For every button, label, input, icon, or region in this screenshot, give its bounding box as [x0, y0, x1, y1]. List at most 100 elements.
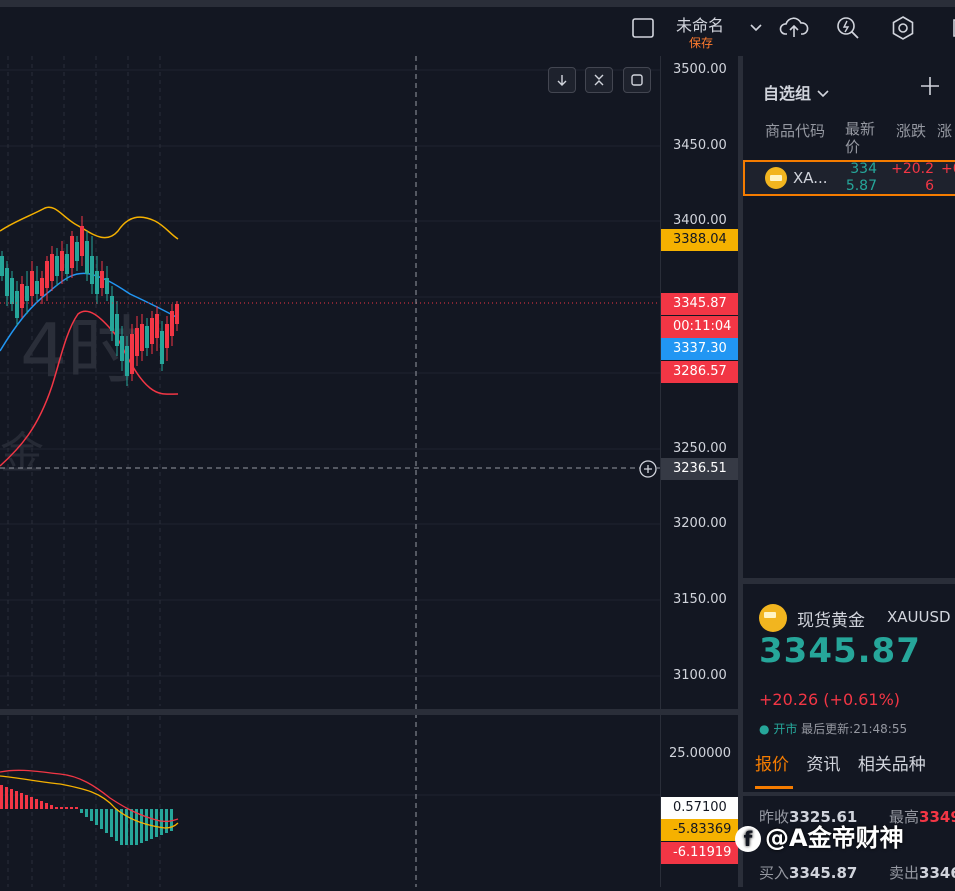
macd-histogram-bar [110, 809, 113, 837]
macd-histogram-bar [150, 809, 153, 839]
instrument-change: +20.26 (+0.61%) [759, 690, 901, 709]
candle-body [75, 242, 79, 261]
row-change: +20.26 [891, 161, 934, 194]
maximize-icon [631, 74, 643, 86]
macd-histogram-bar [155, 809, 158, 837]
bid-label: 买入 [759, 864, 790, 882]
macd-histogram-bar [60, 807, 63, 809]
lower-band-tag: 3286.57 [661, 361, 739, 383]
candle-body [105, 278, 109, 294]
quote-divider [743, 792, 955, 796]
price-chart-canvas[interactable]: 4时 金 [0, 56, 660, 887]
chart-pane[interactable]: 4时 金 [0, 56, 660, 887]
last-price-tag: 3345.87 [661, 293, 739, 315]
candle-body [145, 326, 149, 348]
column-change[interactable]: 涨跌 [896, 122, 926, 140]
row-symbol: XA... [793, 169, 828, 187]
candle-body [110, 296, 114, 331]
candle-body [115, 314, 119, 346]
macd-histogram-bar [160, 809, 163, 835]
watchlist-title[interactable]: 自选组 [763, 80, 829, 104]
price-axis[interactable]: 3500.00 3450.00 3400.00 3250.00 3200.00 … [660, 56, 741, 887]
candle-body [155, 314, 159, 338]
gold-coin-icon [765, 167, 787, 189]
bid-value: 3345.87 [789, 864, 858, 882]
quick-search-icon[interactable] [832, 12, 864, 44]
chevron-down-icon[interactable] [740, 12, 772, 44]
macd-histogram-bar [85, 809, 88, 817]
macd-histogram-bar [0, 785, 3, 809]
candle-body [140, 324, 144, 351]
candle-body [40, 278, 44, 296]
bid-row: 买入3345.87 [759, 862, 857, 883]
axis-label: 3500.00 [673, 62, 727, 77]
macd-axis-label: 25.00000 [669, 746, 732, 761]
column-change-pct[interactable]: 涨 [937, 122, 952, 140]
macd-histogram-bar [20, 793, 23, 809]
candle-body [5, 268, 9, 296]
candle-body [10, 278, 14, 304]
candle-body [30, 271, 34, 296]
maximize-pane-button[interactable] [623, 67, 651, 93]
platform-logo-icon: f [735, 826, 761, 852]
pane-resize-handle[interactable] [0, 709, 740, 715]
macd-histogram-bar [30, 797, 33, 809]
scroll-down-button[interactable] [548, 67, 576, 93]
watchlist-row[interactable]: XA... 3345.87 +20.26 +0 [743, 160, 955, 196]
macd-histogram-bar [75, 807, 78, 809]
collapse-icon [594, 74, 604, 86]
macd-histogram-bar [90, 809, 93, 821]
tab-news[interactable]: 资讯 [806, 750, 840, 775]
market-status: ● 开市 最后更新:21:48:55 [759, 720, 907, 737]
column-symbol[interactable]: 商品代码 [765, 122, 825, 140]
cloud-upload-icon[interactable] [778, 12, 810, 44]
last-updated: 最后更新:21:48:55 [801, 722, 908, 736]
macd-histogram-bar [15, 791, 18, 809]
candle-body [170, 311, 174, 336]
layout-square-icon[interactable] [627, 12, 659, 44]
crosshair-add-icon[interactable] [639, 460, 657, 478]
candle-body [125, 346, 129, 376]
top-toolbar [0, 0, 955, 63]
candle-body [15, 291, 19, 318]
macd-histogram-bar [50, 805, 53, 809]
candle-body [65, 254, 69, 274]
macd-histogram-bar [35, 799, 38, 809]
chevron-down-icon [817, 90, 829, 98]
active-tab-indicator [755, 786, 793, 789]
candle-body [160, 331, 164, 364]
column-last[interactable]: 最新价 [845, 120, 881, 156]
detail-tabs: 报价 资讯 相关品种 [755, 750, 938, 775]
macd-histogram-bar [105, 809, 108, 833]
candle-body [90, 256, 94, 284]
candle-body [60, 251, 64, 271]
instrument-name: 现货黄金 [797, 611, 865, 631]
candle-body [25, 286, 29, 301]
add-symbol-icon[interactable] [919, 74, 941, 104]
macd-histogram-bar [100, 809, 103, 829]
tab-related[interactable]: 相关品种 [858, 750, 926, 775]
gold-coin-icon [759, 604, 787, 632]
macd-histogram-bar [115, 809, 118, 841]
market-open-label: 开市 [773, 722, 798, 736]
panel-divider[interactable] [743, 578, 955, 584]
axis-label: 3250.00 [673, 441, 727, 456]
row-change-pct: +0 [941, 161, 955, 177]
layout-name[interactable]: 未命名 [676, 12, 724, 36]
axis-label: 3200.00 [673, 516, 727, 531]
arrow-down-icon [557, 75, 567, 86]
layout-save-status[interactable]: 保存 [689, 34, 713, 51]
macd-histogram-bar [45, 803, 48, 809]
macd-histogram-bar [130, 809, 133, 845]
row-last-price: 3345.87 [845, 161, 877, 194]
ask-label: 卖出 [889, 864, 920, 882]
macd-histogram-bar [80, 809, 83, 813]
high-value: 3349 [919, 808, 955, 826]
middle-band-tag: 3337.30 [661, 338, 739, 360]
crosshair-price-tag: 3236.51 [661, 458, 739, 480]
settings-gear-icon[interactable] [887, 12, 919, 44]
tab-quote[interactable]: 报价 [755, 750, 789, 775]
candle-body [45, 261, 49, 288]
fullscreen-icon[interactable] [938, 12, 955, 44]
collapse-button[interactable] [585, 67, 613, 93]
